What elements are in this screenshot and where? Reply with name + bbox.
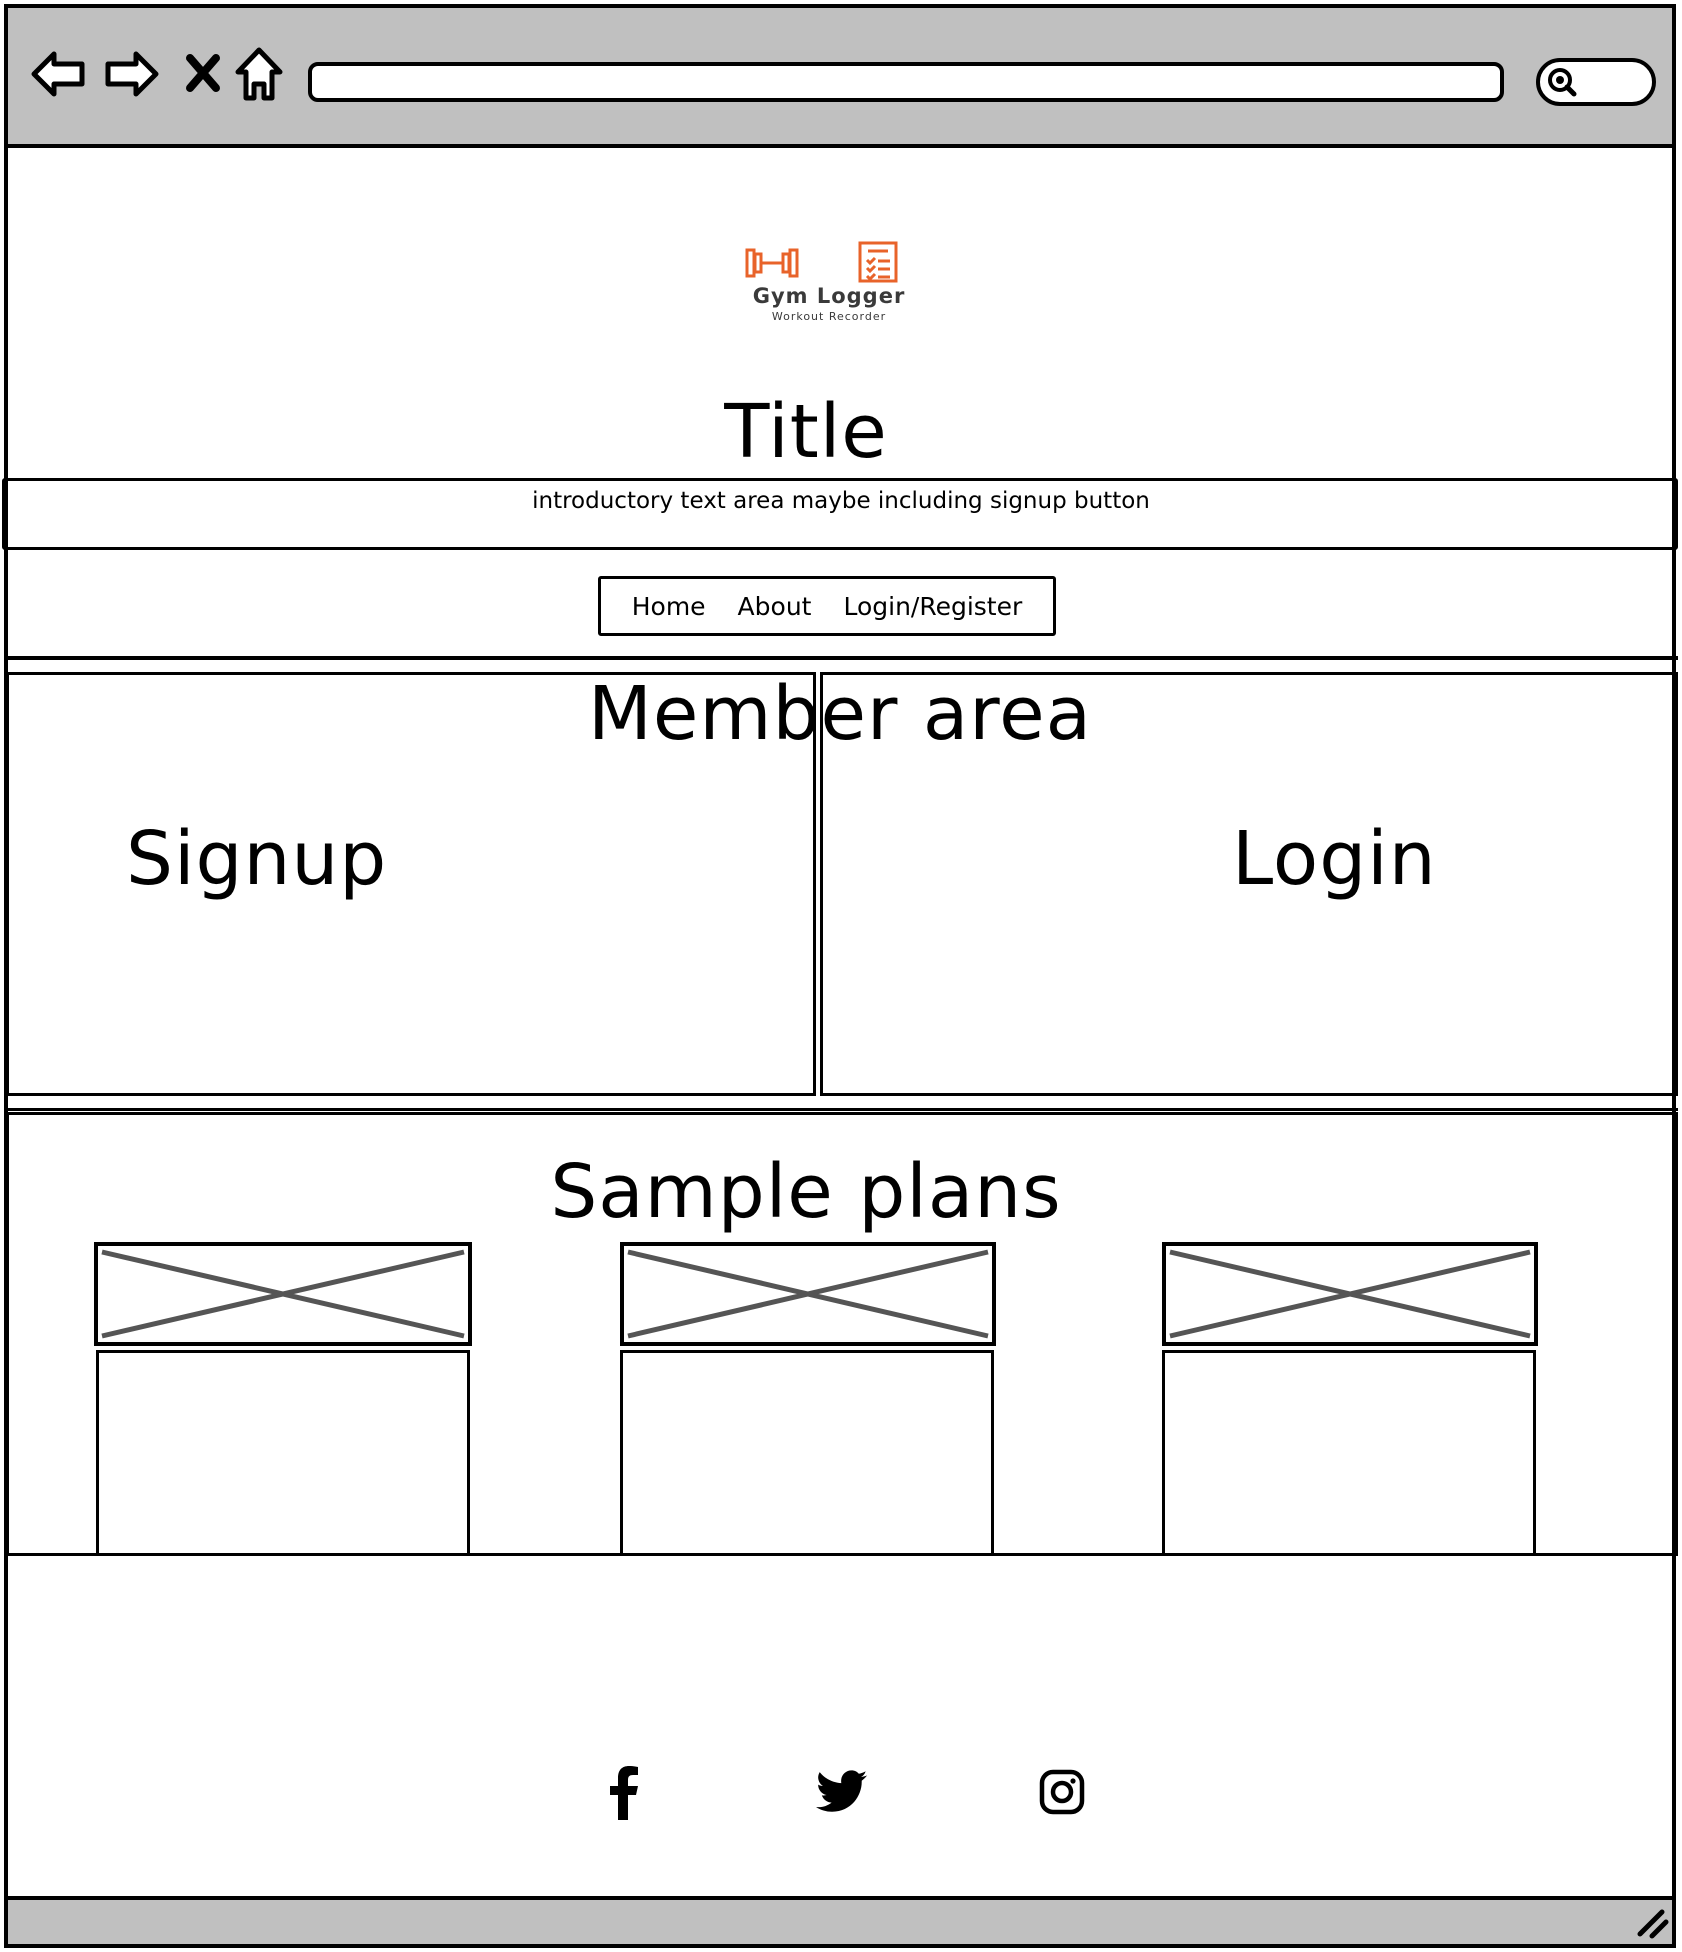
nav-login-register[interactable]: Login/Register [843,592,1022,621]
member-area-heading: Member area [588,671,1092,757]
logo: Gym Logger Workout Recorder [734,240,924,330]
address-bar[interactable] [308,62,1504,102]
home-icon[interactable] [234,44,284,104]
divider [6,1108,1678,1111]
signup-heading[interactable]: Signup [126,816,387,916]
main-nav: Home About Login/Register [598,576,1056,636]
instagram-icon[interactable] [1032,1762,1092,1822]
close-icon[interactable] [182,44,226,104]
browser-status-bar [4,1896,1676,1948]
sample-plans-heading: Sample plans [550,1149,1062,1235]
brand-name: Gym Logger [752,284,906,308]
plan-card[interactable] [96,1350,470,1556]
nav-home[interactable]: Home [632,592,706,621]
plan-card[interactable] [1162,1350,1536,1556]
forward-arrow-icon[interactable] [102,44,162,104]
plan-image-placeholder [620,1242,996,1346]
nav-about[interactable]: About [738,592,812,621]
brand-tagline: Workout Recorder [771,310,887,323]
back-arrow-icon[interactable] [28,44,88,104]
browser-search-box[interactable] [1536,58,1656,106]
plan-image-placeholder [1162,1242,1538,1346]
login-heading[interactable]: Login [1232,816,1437,916]
intro-text: introductory text area maybe including s… [532,488,1150,514]
search-icon [1548,68,1577,97]
resize-handle-icon[interactable] [1634,1904,1670,1940]
facebook-icon[interactable] [594,1762,654,1822]
plan-image-placeholder [94,1242,472,1346]
divider [6,656,1678,660]
plan-card[interactable] [620,1350,994,1556]
page-title: Title [724,389,888,475]
twitter-icon[interactable] [812,1762,872,1822]
